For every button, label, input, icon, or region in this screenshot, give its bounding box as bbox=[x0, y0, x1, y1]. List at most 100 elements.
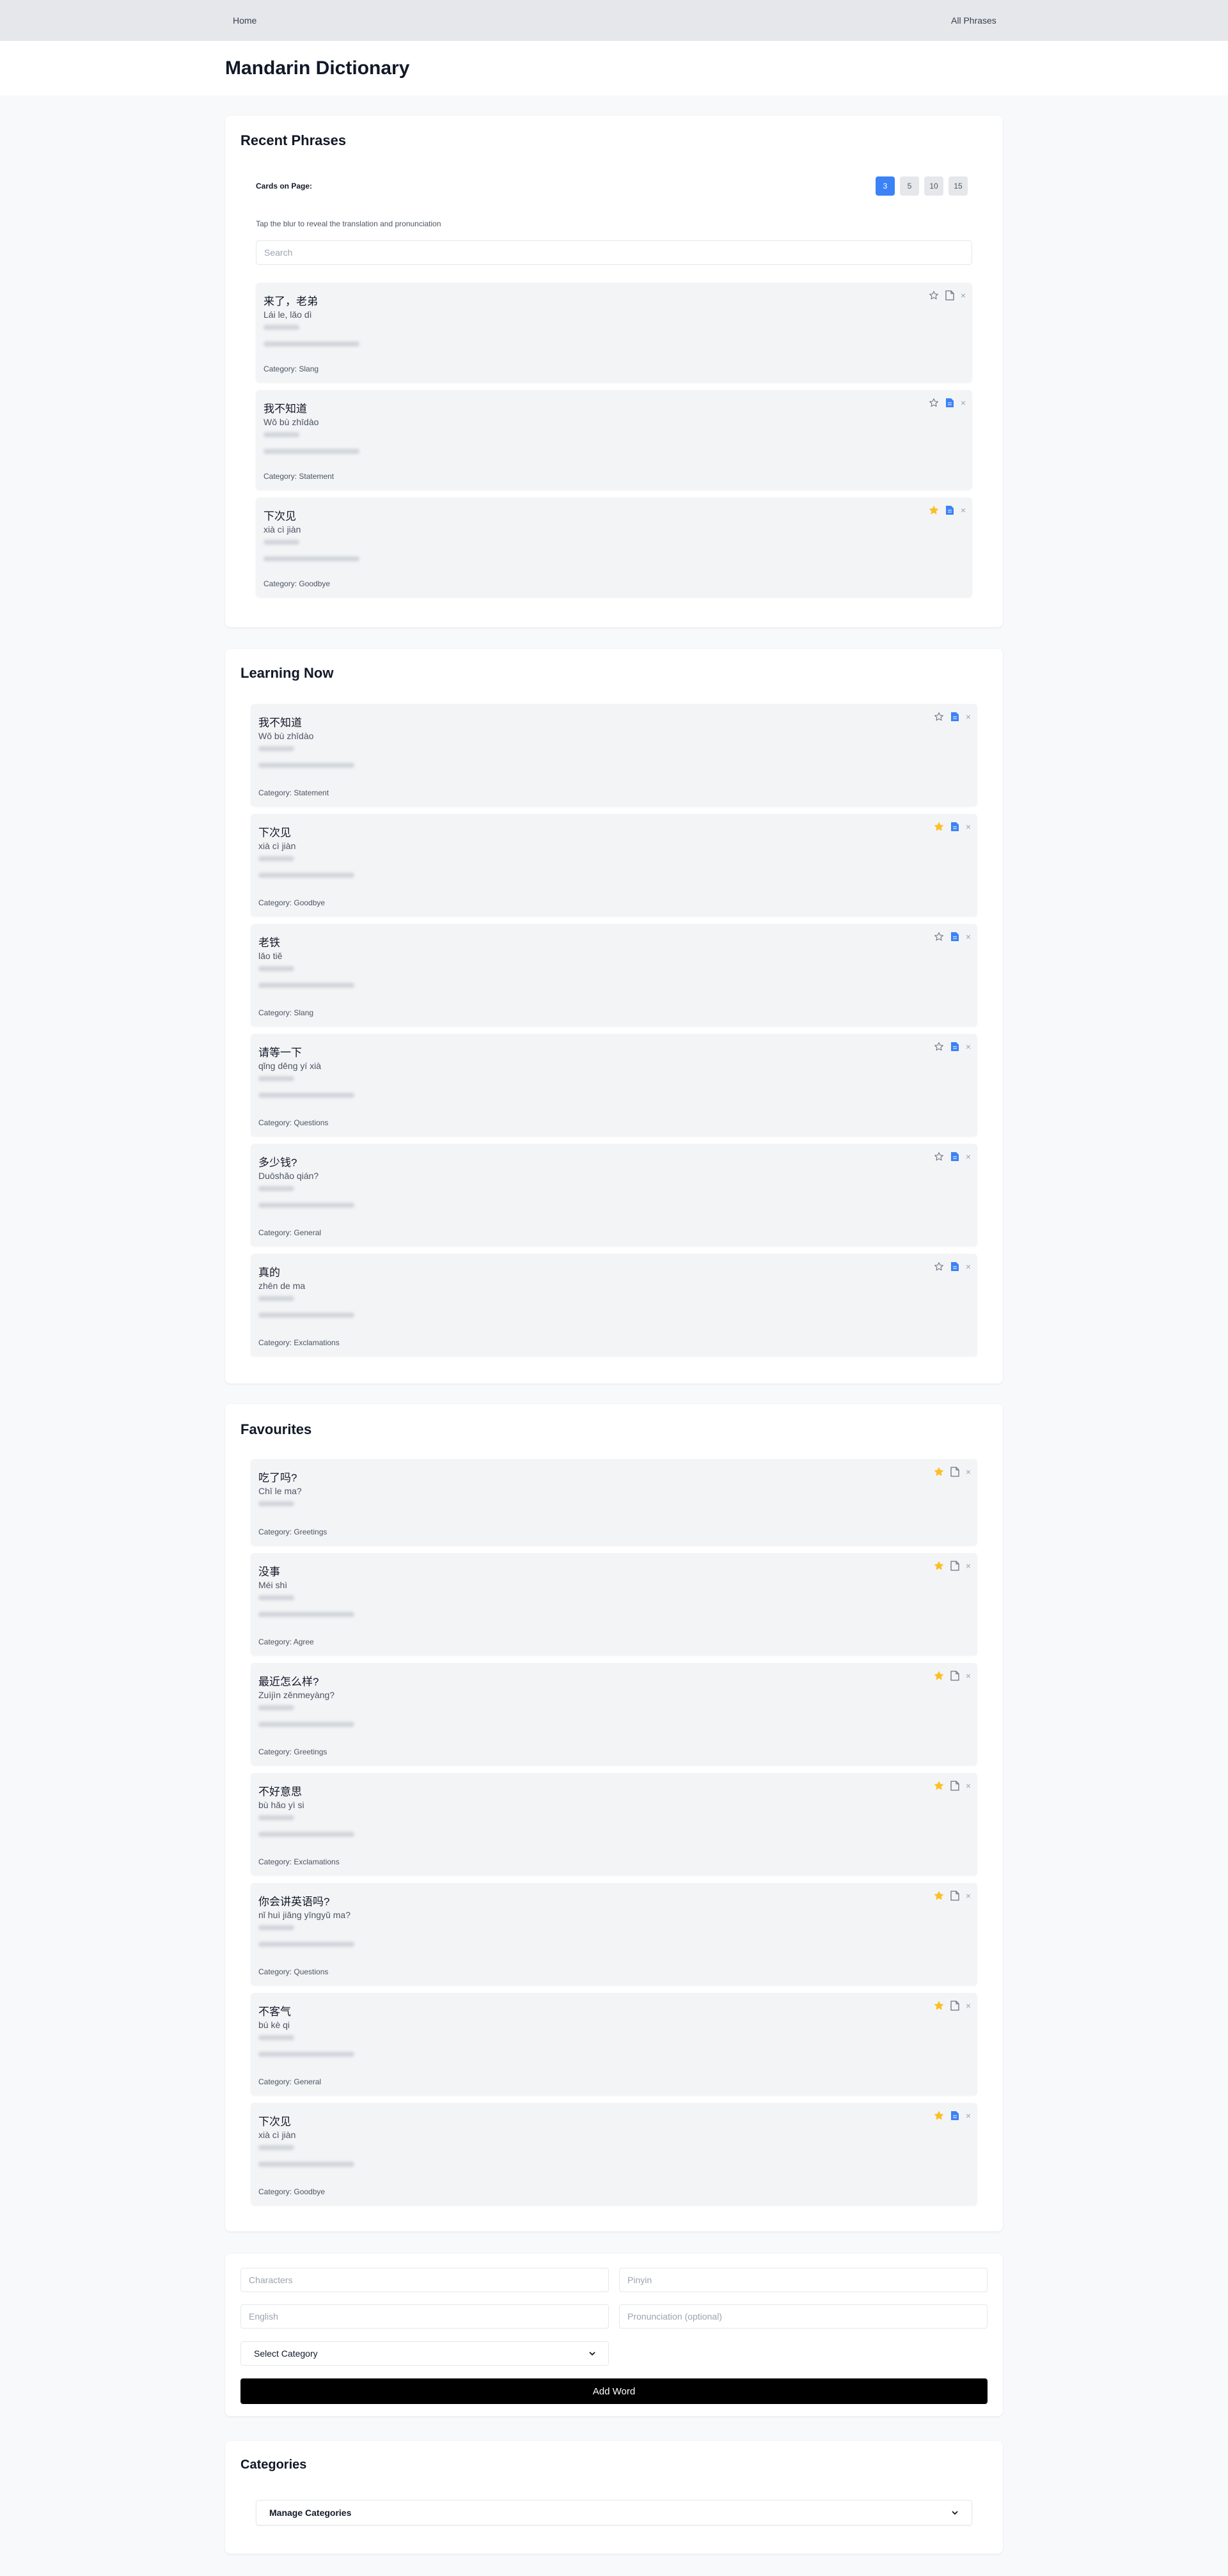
phrase-card[interactable]: 真的 zhēn de ma Category: Exclamations × bbox=[251, 1254, 977, 1356]
pronunciation-blur[interactable] bbox=[258, 1203, 354, 1208]
close-icon[interactable]: × bbox=[966, 1561, 971, 1570]
phrase-card[interactable]: 你会讲英语吗? nǐ huì jiǎng yīngyǔ ma? Category: … bbox=[251, 1883, 977, 1985]
star-icon[interactable] bbox=[934, 1042, 944, 1052]
pronunciation-blur[interactable] bbox=[258, 873, 354, 878]
page-size-button[interactable]: 10 bbox=[924, 176, 943, 196]
document-icon[interactable] bbox=[945, 505, 954, 515]
translation-blur[interactable] bbox=[258, 1925, 294, 1930]
pronunciation-blur[interactable] bbox=[258, 1722, 354, 1727]
pronunciation-blur[interactable] bbox=[264, 449, 359, 454]
phrase-card[interactable]: 下次见 xià cì jiàn Category: Goodbye × bbox=[251, 814, 977, 916]
translation-blur[interactable] bbox=[258, 1595, 294, 1600]
phrase-card[interactable]: 没事 Méi shì Category: Agree × bbox=[251, 1553, 977, 1655]
page-size-button[interactable]: 5 bbox=[900, 176, 919, 196]
star-icon[interactable] bbox=[934, 712, 944, 722]
page-size-button[interactable]: 15 bbox=[949, 176, 968, 196]
translation-blur[interactable] bbox=[258, 2035, 294, 2040]
translation-blur[interactable] bbox=[258, 1296, 294, 1301]
translation-blur[interactable] bbox=[258, 1501, 294, 1506]
pronunciation-blur[interactable] bbox=[258, 2162, 354, 2167]
phrase-card[interactable]: 老铁 lǎo tiě Category: Slang × bbox=[251, 924, 977, 1026]
document-icon[interactable] bbox=[945, 398, 954, 408]
close-icon[interactable]: × bbox=[966, 2111, 971, 2120]
page-size-button[interactable]: 3 bbox=[876, 176, 895, 196]
star-icon[interactable] bbox=[934, 1671, 944, 1681]
pronunciation-blur[interactable] bbox=[258, 1832, 354, 1837]
category-select[interactable]: Select Category bbox=[240, 2341, 609, 2366]
document-icon[interactable] bbox=[950, 1781, 959, 1791]
close-icon[interactable]: × bbox=[966, 1781, 971, 1790]
translation-blur[interactable] bbox=[264, 432, 299, 437]
star-icon[interactable] bbox=[929, 505, 939, 515]
pronunciation-blur[interactable] bbox=[258, 983, 354, 988]
translation-blur[interactable] bbox=[258, 856, 294, 861]
phrase-card[interactable]: 请等一下 qǐng děng yí xià Category: Questions × bbox=[251, 1034, 977, 1136]
document-icon[interactable] bbox=[950, 1467, 959, 1477]
close-icon[interactable]: × bbox=[966, 2001, 971, 2010]
document-icon[interactable] bbox=[950, 712, 959, 722]
translation-blur[interactable] bbox=[264, 540, 299, 545]
star-icon[interactable] bbox=[934, 1891, 944, 1901]
star-icon[interactable] bbox=[934, 1561, 944, 1571]
translation-blur[interactable] bbox=[258, 1705, 294, 1710]
phrase-card[interactable]: 来了，老弟 Lái le, lǎo dì Category: Slang × bbox=[256, 283, 972, 382]
star-icon[interactable] bbox=[929, 398, 939, 408]
close-icon[interactable]: × bbox=[966, 1467, 971, 1476]
star-icon[interactable] bbox=[934, 1467, 944, 1477]
pronunciation-input[interactable] bbox=[619, 2304, 988, 2329]
close-icon[interactable]: × bbox=[966, 1671, 971, 1680]
document-icon[interactable] bbox=[950, 1891, 959, 1901]
star-icon[interactable] bbox=[934, 2111, 944, 2121]
document-icon[interactable] bbox=[950, 1261, 959, 1272]
phrase-card[interactable]: 我不知道 Wǒ bù zhīdào Category: Statement × bbox=[251, 704, 977, 806]
star-icon[interactable] bbox=[934, 1261, 944, 1272]
translation-blur[interactable] bbox=[264, 325, 299, 330]
phrase-card[interactable]: 最近怎么样? Zuìjìn zěnmeyàng? Category: Greetin… bbox=[251, 1663, 977, 1765]
manage-categories-dropdown[interactable]: Manage Categories bbox=[256, 2500, 972, 2525]
document-icon[interactable] bbox=[950, 1561, 959, 1571]
star-icon[interactable] bbox=[934, 1781, 944, 1791]
star-icon[interactable] bbox=[934, 2001, 944, 2011]
pronunciation-blur[interactable] bbox=[258, 763, 354, 768]
document-icon[interactable] bbox=[950, 2111, 959, 2121]
close-icon[interactable]: × bbox=[966, 1042, 971, 1051]
translation-blur[interactable] bbox=[258, 966, 294, 971]
star-icon[interactable] bbox=[934, 1151, 944, 1162]
close-icon[interactable]: × bbox=[966, 1262, 971, 1271]
pronunciation-blur[interactable] bbox=[258, 2052, 354, 2057]
phrase-card[interactable]: 不好意思 bù hǎo yì si Category: Exclamations × bbox=[251, 1773, 977, 1875]
pronunciation-blur[interactable] bbox=[258, 1093, 354, 1098]
close-icon[interactable]: × bbox=[966, 822, 971, 831]
translation-blur[interactable] bbox=[258, 2145, 294, 2150]
star-icon[interactable] bbox=[934, 822, 944, 832]
pronunciation-blur[interactable] bbox=[258, 1612, 354, 1617]
characters-input[interactable] bbox=[240, 2268, 609, 2292]
document-icon[interactable] bbox=[950, 1671, 959, 1681]
document-icon[interactable] bbox=[950, 1042, 959, 1052]
english-input[interactable] bbox=[240, 2304, 609, 2329]
close-icon[interactable]: × bbox=[961, 291, 966, 300]
document-icon[interactable] bbox=[945, 290, 954, 301]
document-icon[interactable] bbox=[950, 932, 959, 942]
phrase-card[interactable]: 多少钱? Duōshǎo qián? Category: General × bbox=[251, 1144, 977, 1246]
pronunciation-blur[interactable] bbox=[264, 556, 359, 561]
close-icon[interactable]: × bbox=[966, 1152, 971, 1161]
close-icon[interactable]: × bbox=[966, 932, 971, 941]
translation-blur[interactable] bbox=[258, 1076, 294, 1081]
nav-home-link[interactable]: Home bbox=[233, 15, 256, 26]
close-icon[interactable]: × bbox=[966, 712, 971, 721]
translation-blur[interactable] bbox=[258, 1186, 294, 1191]
add-word-button[interactable]: Add Word bbox=[240, 2378, 988, 2404]
document-icon[interactable] bbox=[950, 822, 959, 832]
phrase-card[interactable]: 我不知道 Wǒ bù zhīdào Category: Statement × bbox=[256, 390, 972, 490]
pinyin-input[interactable] bbox=[619, 2268, 988, 2292]
document-icon[interactable] bbox=[950, 1151, 959, 1162]
pronunciation-blur[interactable] bbox=[258, 1313, 354, 1318]
translation-blur[interactable] bbox=[258, 1815, 294, 1820]
document-icon[interactable] bbox=[950, 2001, 959, 2011]
close-icon[interactable]: × bbox=[961, 398, 966, 407]
nav-all-phrases-link[interactable]: All Phrases bbox=[951, 15, 996, 26]
phrase-card[interactable]: 下次见 xià cì jiàn Category: Goodbye × bbox=[251, 2103, 977, 2205]
pronunciation-blur[interactable] bbox=[264, 341, 359, 347]
phrase-card[interactable]: 不客气 bú kè qi Category: General × bbox=[251, 1993, 977, 2095]
